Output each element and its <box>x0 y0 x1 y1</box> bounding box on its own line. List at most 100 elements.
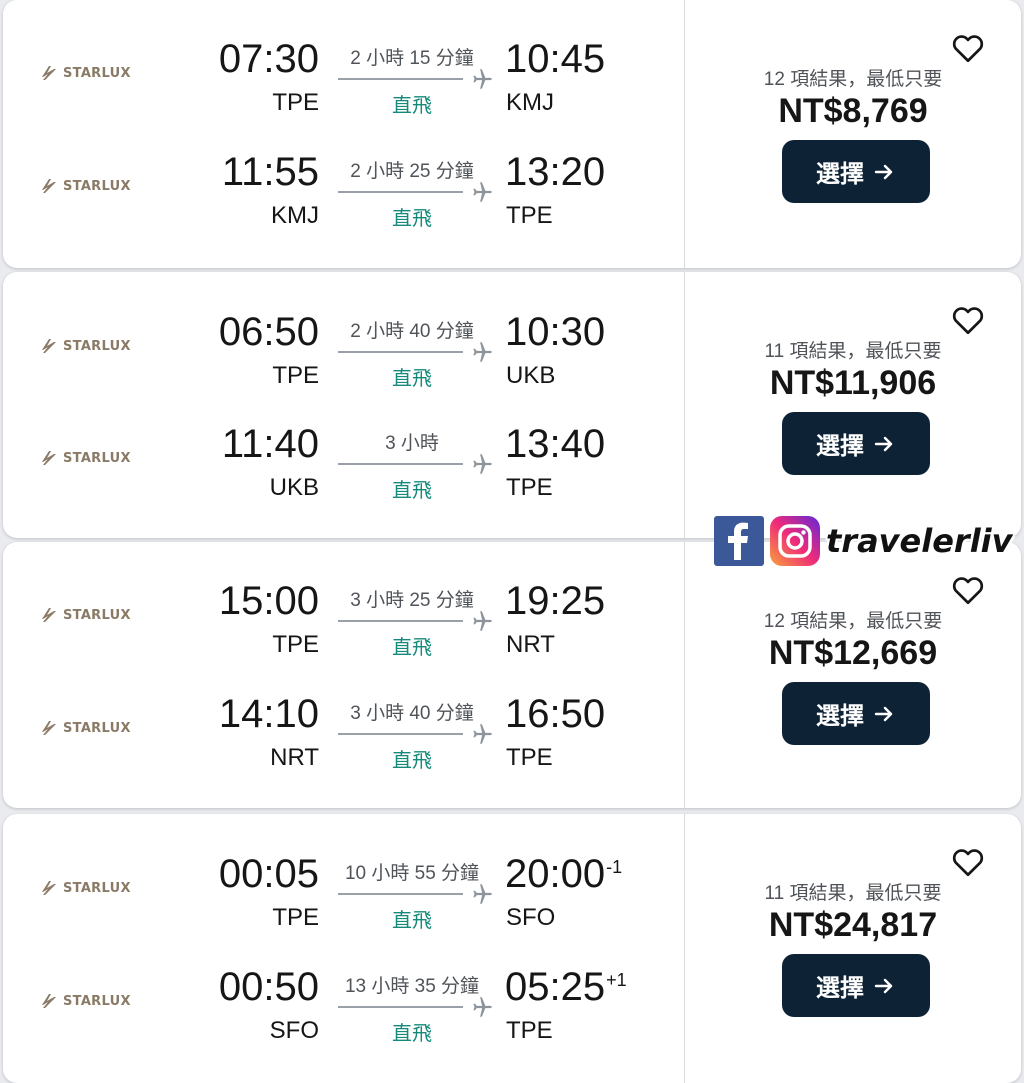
select-button[interactable]: 選擇 <box>782 954 930 1017</box>
select-button-label: 選擇 <box>816 433 864 460</box>
flight-duration: 3 小時 25 分鐘 <box>350 590 474 611</box>
airline-name: STARLUX <box>63 993 131 1009</box>
select-button[interactable]: 選擇 <box>782 682 930 745</box>
arrow-right-icon <box>874 436 893 451</box>
price-panel: 12 項結果，最低只要 NT$8,769 選擇 <box>685 0 1021 268</box>
heart-icon[interactable] <box>949 302 987 338</box>
select-button[interactable]: 選擇 <box>782 412 930 475</box>
arrow-right-icon <box>874 164 893 179</box>
arrival-time: 13:40 <box>505 422 606 466</box>
starlux-logo-icon <box>42 994 56 1008</box>
route-line <box>338 1006 463 1008</box>
heart-icon[interactable] <box>949 30 987 66</box>
route-line <box>338 733 463 735</box>
starlux-logo-icon <box>42 451 56 465</box>
results-count: 11 項結果，最低只要 <box>764 883 942 904</box>
flight-duration: 3 小時 <box>385 433 439 454</box>
price-panel: 12 項結果，最低只要 NT$12,669 選擇 <box>685 542 1021 808</box>
airline-logo: STARLUX <box>39 176 131 196</box>
price: NT$8,769 <box>778 92 928 130</box>
arrival-time: 10:30 <box>505 310 606 354</box>
arrival-time: 16:50 <box>505 692 606 736</box>
result-card[interactable]: STARLUX 06:50 TPE 2 小時 40 分鐘 直飛 10:30 UK… <box>3 272 1021 538</box>
route-line <box>338 78 463 80</box>
result-card[interactable]: STARLUX 15:00 TPE 3 小時 25 分鐘 直飛 19:25 NR… <box>3 542 1021 808</box>
price-panel: 11 項結果，最低只要 NT$24,817 選擇 <box>685 814 1021 1083</box>
arrival-airport: TPE <box>506 474 553 501</box>
result-card[interactable]: STARLUX 00:05 TPE 10 小時 55 分鐘 直飛 20:00-1… <box>3 814 1021 1083</box>
airline-logo: STARLUX <box>39 605 131 625</box>
arrival-time: 20:00-1 <box>505 852 623 896</box>
stops-label: 直飛 <box>392 910 432 932</box>
arrival-airport: TPE <box>506 202 553 229</box>
select-button-label: 選擇 <box>816 703 864 730</box>
flight-duration: 2 小時 25 分鐘 <box>350 161 474 182</box>
airline-logo: STARLUX <box>39 63 131 83</box>
stops-label: 直飛 <box>392 368 432 390</box>
results-count: 11 項結果，最低只要 <box>764 341 942 362</box>
departure-time: 11:40 <box>221 422 319 466</box>
starlux-logo-icon <box>42 339 56 353</box>
departure-time: 14:10 <box>218 692 319 736</box>
departure-airport: UKB <box>269 474 319 501</box>
starlux-logo-icon <box>42 66 56 80</box>
departure-time: 11:55 <box>221 150 319 194</box>
stops-label: 直飛 <box>392 208 432 230</box>
return-leg: STARLUX 11:40 UKB 3 小時 直飛 13:40 TPE <box>3 422 684 538</box>
select-button-label: 選擇 <box>816 161 864 188</box>
airline-name: STARLUX <box>63 450 131 466</box>
arrow-right-icon <box>874 706 893 721</box>
starlux-logo-icon <box>42 179 56 193</box>
route-line <box>338 191 463 193</box>
stops-label: 直飛 <box>392 1023 432 1045</box>
flight-duration: 10 小時 55 分鐘 <box>344 863 480 884</box>
departure-airport: TPE <box>272 362 319 389</box>
facebook-icon <box>714 516 764 566</box>
price: NT$24,817 <box>768 906 938 944</box>
starlux-logo-icon <box>42 608 56 622</box>
select-button[interactable]: 選擇 <box>782 140 930 203</box>
arrival-time: 05:25+1 <box>505 965 627 1009</box>
day-offset: -1 <box>606 856 623 877</box>
airline-name: STARLUX <box>63 720 131 736</box>
arrival-time: 13:20 <box>505 150 606 194</box>
departure-airport: TPE <box>272 89 319 116</box>
airline-name: STARLUX <box>63 607 131 623</box>
heart-icon[interactable] <box>949 844 987 880</box>
stops-label: 直飛 <box>392 637 432 659</box>
price-panel: 11 項結果，最低只要 NT$11,906 選擇 <box>685 272 1021 538</box>
route-line <box>338 463 463 465</box>
departure-time: 00:05 <box>218 852 319 896</box>
arrival-airport: NRT <box>506 631 555 658</box>
heart-icon[interactable] <box>949 572 987 608</box>
starlux-logo-icon <box>42 721 56 735</box>
stops-label: 直飛 <box>392 95 432 117</box>
arrival-airport: UKB <box>506 362 556 389</box>
result-card[interactable]: STARLUX 07:30 TPE 2 小時 15 分鐘 直飛 10:45 KM… <box>3 0 1021 268</box>
flight-duration: 2 小時 40 分鐘 <box>350 321 474 342</box>
watermark: travelerliv <box>714 516 1012 566</box>
route-line <box>338 893 463 895</box>
departure-time: 00:50 <box>218 965 319 1009</box>
arrival-airport: TPE <box>506 744 553 771</box>
select-button-label: 選擇 <box>816 975 864 1002</box>
airline-logo: STARLUX <box>39 878 131 898</box>
instagram-icon <box>770 516 820 566</box>
arrival-airport: TPE <box>506 1017 553 1044</box>
outbound-leg: STARLUX 07:30 TPE 2 小時 15 分鐘 直飛 10:45 KM… <box>3 37 684 153</box>
route-line <box>338 620 463 622</box>
arrow-right-icon <box>874 978 893 993</box>
flight-duration: 2 小時 15 分鐘 <box>350 48 474 69</box>
departure-airport: SFO <box>269 1017 319 1044</box>
arrival-time: 19:25 <box>505 579 606 623</box>
airline-logo: STARLUX <box>39 991 131 1011</box>
price: NT$12,669 <box>768 634 938 672</box>
watermark-text: travelerliv <box>826 522 1013 560</box>
departure-airport: NRT <box>270 744 319 771</box>
departure-airport: KMJ <box>271 202 319 229</box>
price: NT$11,906 <box>769 364 937 402</box>
results-count: 12 項結果，最低只要 <box>763 611 943 632</box>
arrival-airport: KMJ <box>506 89 554 116</box>
flight-duration: 3 小時 40 分鐘 <box>350 703 474 724</box>
departure-time: 06:50 <box>218 310 319 354</box>
